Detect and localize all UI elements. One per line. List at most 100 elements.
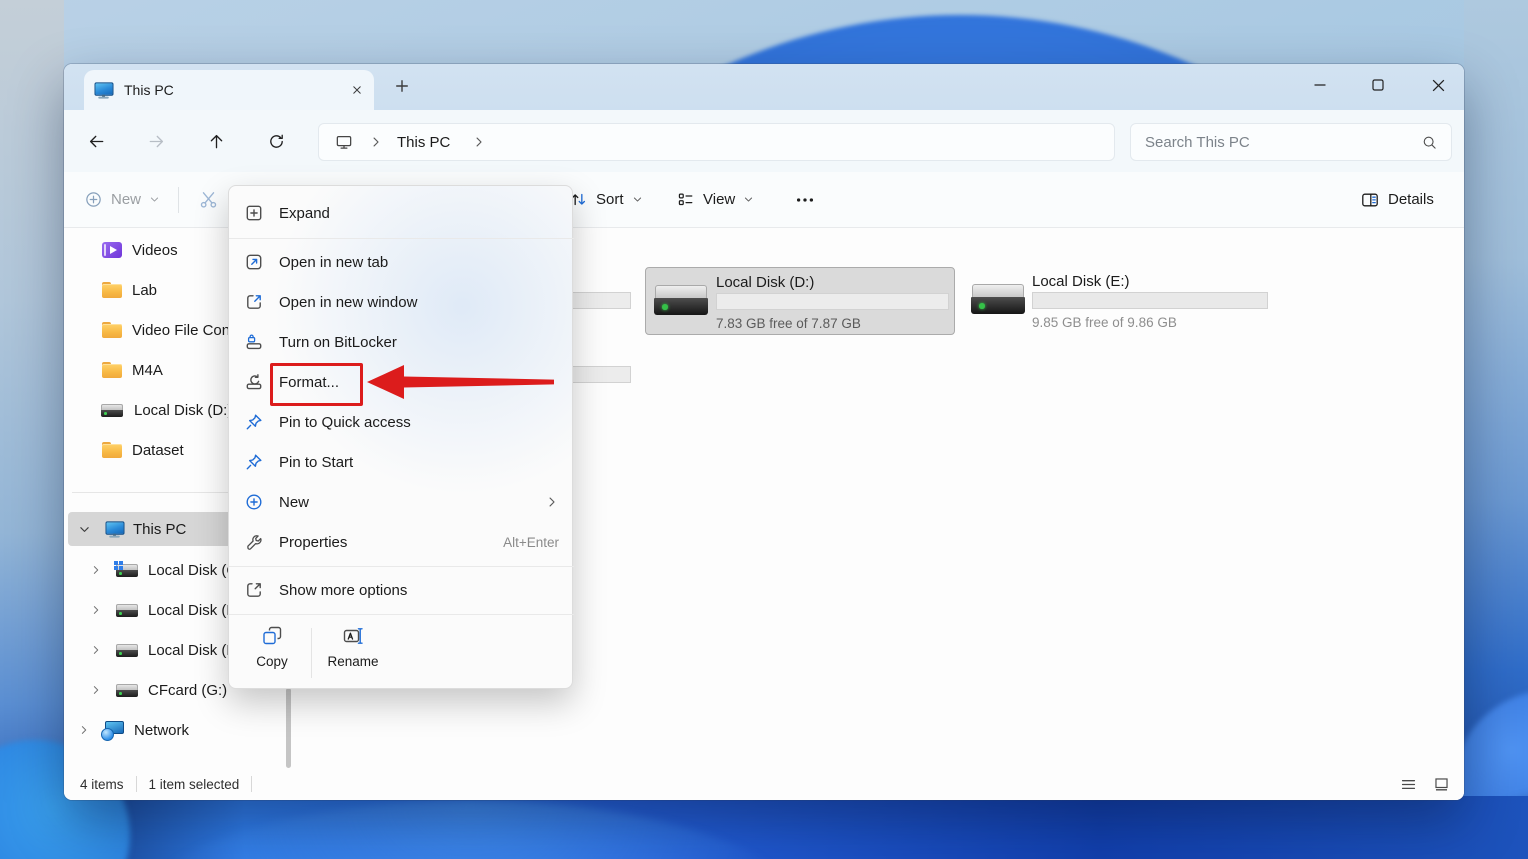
drive-free-space: 7.83 GB free of 7.87 GB <box>716 316 861 331</box>
drive-name: Local Disk (E:) <box>1032 273 1130 290</box>
navigation-bar: This PC <box>64 110 1464 172</box>
details-button[interactable]: Details <box>1360 172 1434 227</box>
copy-button[interactable]: Copy <box>243 624 301 669</box>
sort-label: Sort <box>596 191 624 208</box>
capacity-bar <box>716 293 949 310</box>
rename-icon <box>343 628 363 644</box>
folder-icon <box>102 281 122 299</box>
format-drive-icon <box>244 372 264 392</box>
drive-icon <box>101 403 123 417</box>
close-button[interactable] <box>1415 64 1461 106</box>
show-more-options-icon <box>244 580 264 600</box>
desktop: This PC This PC Search This PC New Sort … <box>0 0 1528 859</box>
menu-item-show-more-options[interactable]: Show more options <box>234 570 569 610</box>
videos-icon <box>102 242 122 258</box>
sort-button[interactable]: Sort <box>569 172 643 227</box>
maximize-button[interactable] <box>1355 64 1401 106</box>
breadcrumb-chevron-icon[interactable] <box>369 135 383 149</box>
cut-button[interactable] <box>198 172 219 227</box>
sidebar-scrollbar[interactable] <box>286 688 291 768</box>
chevron-down-icon <box>150 197 159 202</box>
drive-icon <box>654 285 708 316</box>
chevron-right-icon[interactable] <box>90 644 102 656</box>
chevron-down-icon <box>633 197 641 202</box>
menu-separator <box>229 566 574 567</box>
chevron-right-icon[interactable] <box>90 684 102 696</box>
menu-item-open-in-new-tab[interactable]: Open in new tab <box>234 242 569 282</box>
chevron-right-icon[interactable] <box>78 724 90 736</box>
wrench-icon <box>244 532 264 552</box>
chevron-down-icon <box>745 197 753 202</box>
open-in-new-tab-icon <box>244 252 264 272</box>
new-tab-button[interactable] <box>392 76 412 96</box>
expand-icon <box>244 203 264 223</box>
menu-item-pin-to-quick-access[interactable]: Pin to Quick access <box>234 402 569 442</box>
up-icon[interactable] <box>204 129 228 153</box>
menu-separator <box>229 614 574 615</box>
annotation-highlight-box <box>270 363 363 406</box>
new-label: New <box>111 191 142 208</box>
this-pc-icon <box>94 81 114 99</box>
refresh-icon[interactable] <box>264 129 288 153</box>
menu-item-expand[interactable]: Expand <box>234 192 569 234</box>
search-input[interactable] <box>1131 133 1421 151</box>
menu-separator <box>229 238 574 239</box>
status-bar: 4 items 1 item selected <box>64 768 1464 800</box>
drive-icon <box>116 643 138 657</box>
folder-icon <box>102 361 122 379</box>
this-pc-breadcrumb-icon <box>335 133 353 151</box>
search-icon[interactable] <box>1421 134 1438 151</box>
menu-item-pin-to-start[interactable]: Pin to Start <box>234 442 569 482</box>
chevron-right-icon[interactable] <box>90 564 102 576</box>
chevron-right-icon[interactable] <box>90 604 102 616</box>
forward-icon[interactable] <box>144 129 168 153</box>
file-explorer-window: This PC This PC Search This PC New Sort … <box>64 64 1464 800</box>
search-box[interactable] <box>1130 123 1452 161</box>
menu-item-properties[interactable]: Properties Alt+Enter <box>234 522 569 562</box>
breadcrumb-this-pc[interactable]: This PC <box>397 134 450 151</box>
drive-icon <box>116 683 138 697</box>
new-button[interactable]: New <box>84 172 160 227</box>
address-bar[interactable]: This PC <box>318 123 1115 161</box>
drive-icon <box>971 284 1025 315</box>
scissors-icon <box>200 192 217 208</box>
pin-icon <box>244 452 264 472</box>
drive-tile-local-disk-e[interactable]: Local Disk (E:) 9.85 GB free of 9.86 GB <box>962 267 1274 335</box>
minimize-button[interactable] <box>1297 64 1343 106</box>
selection-count: 1 item selected <box>148 776 240 792</box>
open-in-new-window-icon <box>244 292 264 312</box>
folder-icon <box>102 321 122 339</box>
tab-close-icon[interactable] <box>350 83 364 97</box>
back-icon[interactable] <box>84 129 108 153</box>
menu-item-new[interactable]: New <box>234 482 569 522</box>
footer-divider <box>311 628 312 678</box>
plus-circle-icon <box>244 492 264 512</box>
pin-icon <box>244 412 264 432</box>
tab-this-pc[interactable]: This PC <box>84 70 374 110</box>
breadcrumb-chevron-icon[interactable] <box>472 135 486 149</box>
item-count: 4 items <box>80 776 124 792</box>
chevron-down-icon[interactable] <box>78 523 91 536</box>
status-divider <box>135 776 137 792</box>
title-bar: This PC <box>64 64 1464 110</box>
status-divider <box>251 776 253 792</box>
menu-item-turn-on-bitlocker[interactable]: Turn on BitLocker <box>234 322 569 362</box>
tab-title: This PC <box>124 82 174 98</box>
menu-item-open-in-new-window[interactable]: Open in new window <box>234 282 569 322</box>
wallpaper <box>0 0 64 859</box>
drive-free-space: 9.85 GB free of 9.86 GB <box>1032 315 1177 330</box>
drive-tile-local-disk-d[interactable]: Local Disk (D:) 7.83 GB free of 7.87 GB <box>645 267 955 335</box>
large-icons-view-icon[interactable] <box>1433 776 1450 793</box>
shortcut-label: Alt+Enter <box>503 534 559 550</box>
system-drive-icon <box>114 560 138 577</box>
sidebar-item-network[interactable]: Network <box>64 712 292 748</box>
see-more-button[interactable] <box>794 172 816 227</box>
annotation-arrow <box>367 365 554 399</box>
drive-icon <box>116 603 138 617</box>
context-menu: Expand Open in new tab Open in new windo… <box>228 185 574 689</box>
rename-button[interactable]: Rename <box>321 624 385 669</box>
list-view-icon[interactable] <box>1400 776 1417 793</box>
capacity-bar <box>1032 292 1268 309</box>
this-pc-icon <box>105 520 125 538</box>
view-button[interactable]: View <box>676 172 754 227</box>
